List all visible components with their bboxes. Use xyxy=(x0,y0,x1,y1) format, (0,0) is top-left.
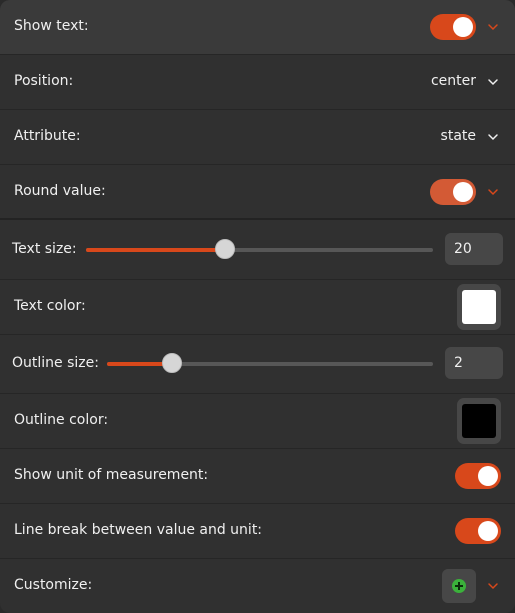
add-icon xyxy=(452,579,466,593)
show-text-label: Show text: xyxy=(14,18,89,34)
outline-color-button[interactable] xyxy=(457,398,501,444)
chevron-down-icon[interactable] xyxy=(487,21,499,33)
color-swatch xyxy=(462,290,496,324)
text-size-spinbox[interactable]: 20 xyxy=(445,233,503,265)
chevron-down-icon[interactable] xyxy=(487,76,499,88)
row-outline-size: Outline size: 2 xyxy=(0,335,515,394)
row-show-text: Show text: xyxy=(0,0,515,55)
customize-label: Customize: xyxy=(14,577,93,593)
row-text-color: Text color: xyxy=(0,280,515,335)
toggle-knob xyxy=(453,182,473,202)
row-outline-color: Outline color: xyxy=(0,394,515,449)
line-break-toggle[interactable] xyxy=(455,518,501,544)
color-swatch xyxy=(462,404,496,438)
outline-size-spinbox[interactable]: 2 xyxy=(445,347,503,379)
slider-thumb[interactable] xyxy=(214,239,235,259)
row-text-size: Text size: 20 xyxy=(0,221,515,280)
text-settings-panel: Show text: Position: center Attribute: s… xyxy=(0,0,515,613)
text-size-label: Text size: xyxy=(12,241,77,257)
row-line-break: Line break between value and unit: xyxy=(0,504,515,559)
attribute-label: Attribute: xyxy=(14,128,81,144)
outline-size-label: Outline size: xyxy=(12,355,99,371)
chevron-down-icon[interactable] xyxy=(487,131,499,143)
outline-color-label: Outline color: xyxy=(14,412,109,428)
row-show-unit: Show unit of measurement: xyxy=(0,449,515,504)
show-text-toggle[interactable] xyxy=(430,14,476,40)
slider-thumb[interactable] xyxy=(162,353,183,373)
toggle-knob xyxy=(453,17,473,37)
text-color-button[interactable] xyxy=(457,284,501,330)
row-round-value: Round value: xyxy=(0,165,515,220)
position-label: Position: xyxy=(14,73,74,89)
show-unit-label: Show unit of measurement: xyxy=(14,467,209,483)
add-customization-button[interactable] xyxy=(442,569,476,603)
line-break-label: Line break between value and unit: xyxy=(14,522,263,538)
chevron-down-icon[interactable] xyxy=(487,580,499,592)
row-position[interactable]: Position: center xyxy=(0,55,515,110)
outline-size-slider[interactable] xyxy=(107,353,433,373)
attribute-value[interactable]: state xyxy=(441,128,476,144)
row-customize: Customize: xyxy=(0,559,515,613)
toggle-knob xyxy=(478,521,498,541)
position-value[interactable]: center xyxy=(431,73,476,89)
text-size-slider[interactable] xyxy=(86,239,433,259)
toggle-knob xyxy=(478,466,498,486)
round-value-toggle[interactable] xyxy=(430,179,476,205)
slider-fill xyxy=(86,248,225,252)
row-attribute[interactable]: Attribute: state xyxy=(0,110,515,165)
chevron-down-icon[interactable] xyxy=(487,186,499,198)
text-color-label: Text color: xyxy=(14,298,86,314)
show-unit-toggle[interactable] xyxy=(455,463,501,489)
round-value-label: Round value: xyxy=(14,183,106,199)
